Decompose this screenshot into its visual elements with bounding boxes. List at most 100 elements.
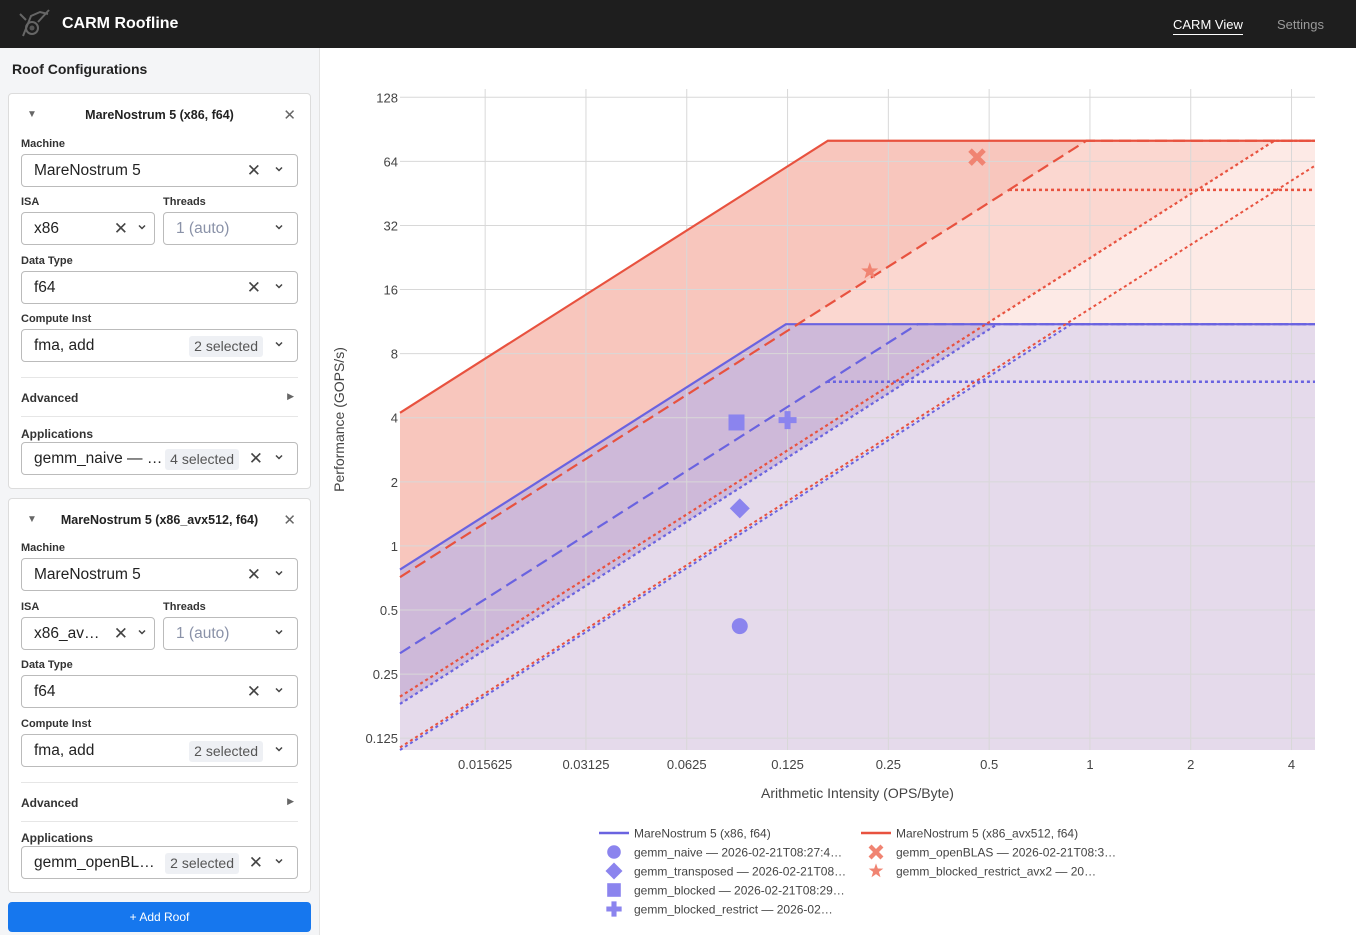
data-point [868,863,884,878]
carm-logo-icon [19,9,50,37]
data-point [607,845,621,859]
data-point [728,414,745,431]
chevron-down-icon[interactable] [274,568,284,578]
chevron-down-icon[interactable] [274,627,284,637]
x-tick-label: 0.0625 [667,757,707,772]
nav-carm-view[interactable]: CARM View [1173,17,1243,35]
legend-item: gemm_naive — 2026-02-21T08:27:4… [607,845,842,860]
x-tick-label: 0.015625 [458,757,512,772]
data-point [868,844,884,860]
chevron-down-icon[interactable] [137,222,147,232]
x-tick-label: 2 [1187,757,1194,772]
compute-value: fma, add [34,337,95,354]
y-tick-label: 32 [384,218,398,233]
machine-select[interactable]: MareNostrum 5 ✕ [21,558,298,591]
data-point-stroke [868,844,884,860]
y-tick-label: 64 [384,154,398,169]
legend-label: gemm_naive — 2026-02-21T08:27:4… [634,846,842,860]
compute-select[interactable]: fma, add 2 selected [21,734,298,767]
machine-value: MareNostrum 5 [34,566,141,583]
data-point [607,883,621,897]
compute-label: Compute Inst [21,718,92,730]
chevron-down-icon[interactable] [274,339,284,349]
applications-value: gemm_naive — … [34,450,162,467]
y-tick-label: 8 [391,347,398,362]
isa-value: x86 [34,220,59,237]
chevron-down-icon[interactable] [274,452,284,462]
legend-label: gemm_blocked_restrict — 2026-02… [634,903,833,917]
expand-arrow-icon[interactable]: ▶ [287,796,294,807]
nav-settings[interactable]: Settings [1277,17,1324,32]
selected-count-badge: 2 selected [189,336,263,357]
chevron-down-icon[interactable] [274,281,284,291]
close-icon[interactable]: ✕ [283,511,296,529]
threads-label: Threads [163,196,206,208]
applications-select[interactable]: gemm_naive — … 4 selected ✕ [21,442,298,475]
chevron-down-icon[interactable] [274,856,284,866]
selected-count-badge: 2 selected [189,741,263,762]
chevron-down-icon[interactable] [274,744,284,754]
clear-icon[interactable]: ✕ [247,161,261,181]
clear-icon[interactable]: ✕ [249,449,263,469]
roof-card-title: MareNostrum 5 (x86_avx512, f64) [60,513,259,527]
legend-label: gemm_transposed — 2026-02-21T08… [634,865,846,879]
dtype-select[interactable]: f64 ✕ [21,271,298,304]
isa-value: x86_av… [34,625,100,642]
clear-icon[interactable]: ✕ [247,682,261,702]
threads-select[interactable]: 1 (auto) [163,212,298,245]
y-tick-label: 16 [384,283,398,298]
advanced-section[interactable]: Advanced ▶ [21,782,298,822]
y-tick-label: 0.125 [365,731,398,746]
roof-card-header[interactable]: ▼ MareNostrum 5 (x86_avx512, f64) ✕ [9,499,310,539]
roofline-chart[interactable]: 0.015625 0.03125 0.0625 0.125 0.25 0.5 1 2 4 0.12… [321,48,1356,935]
y-tick-label: 0.5 [380,603,398,618]
legend-label: gemm_blocked_restrict_avx2 — 20… [896,865,1096,879]
threads-label: Threads [163,601,206,613]
roof-card: ▼ MareNostrum 5 (x86_avx512, f64) ✕ Mach… [8,498,311,893]
chevron-down-icon[interactable] [137,627,147,637]
sidebar: Roof Configurations ▼ MareNostrum 5 (x86… [0,48,320,935]
legend-label: MareNostrum 5 (x86, f64) [634,827,771,841]
chevron-down-icon[interactable] [274,222,284,232]
x-tick-label: 0.5 [980,757,998,772]
applications-value: gemm_openBL… [34,854,155,871]
close-icon[interactable]: ✕ [283,106,296,124]
y-tick-label: 0.25 [373,667,398,682]
add-roof-button[interactable]: + Add Roof [8,902,311,932]
top-bar: CARM Roofline CARM View Settings [0,0,1356,48]
clear-icon[interactable]: ✕ [249,853,263,873]
roofline-chart-area: 0.015625 0.03125 0.0625 0.125 0.25 0.5 1 2 4 0.12… [321,48,1356,935]
legend-item: gemm_blocked_restrict_avx2 — 20… [868,863,1096,879]
clear-icon[interactable]: ✕ [114,219,128,239]
y-tick-label: 4 [391,411,398,426]
isa-select[interactable]: x86_av… ✕ [21,617,155,650]
legend-item: gemm_transposed — 2026-02-21T08… [605,862,846,880]
applications-label: Applications [21,831,94,845]
roof-card-header[interactable]: ▼ MareNostrum 5 (x86, f64) ✕ [9,94,310,134]
compute-select[interactable]: fma, add 2 selected [21,329,298,362]
chevron-down-icon[interactable] [274,685,284,695]
legend-item: MareNostrum 5 (x86, f64) [599,827,771,841]
data-point [606,901,622,917]
legend-item: gemm_openBLAS — 2026-02-21T08:3… [868,844,1116,860]
clear-icon[interactable]: ✕ [247,565,261,585]
isa-select[interactable]: x86 ✕ [21,212,155,245]
selected-count-badge: 4 selected [165,449,239,470]
isa-label: ISA [21,601,40,613]
x-tick-label: 0.03125 [562,757,609,772]
advanced-section[interactable]: Advanced ▶ [21,377,298,417]
x-tick-label: 4 [1288,757,1295,772]
advanced-label: Advanced [21,391,79,405]
threads-select[interactable]: 1 (auto) [163,617,298,650]
applications-select[interactable]: gemm_openBL… 2 selected ✕ [21,846,298,879]
dtype-value: f64 [34,683,56,700]
legend-item: gemm_blocked_restrict — 2026-02… [606,901,833,917]
dtype-select[interactable]: f64 ✕ [21,675,298,708]
clear-icon[interactable]: ✕ [114,624,128,644]
legend-label: gemm_openBLAS — 2026-02-21T08:3… [896,846,1116,860]
data-point [605,862,623,880]
chevron-down-icon[interactable] [274,164,284,174]
machine-select[interactable]: MareNostrum 5 ✕ [21,154,298,187]
expand-arrow-icon[interactable]: ▶ [287,391,294,402]
clear-icon[interactable]: ✕ [247,278,261,298]
